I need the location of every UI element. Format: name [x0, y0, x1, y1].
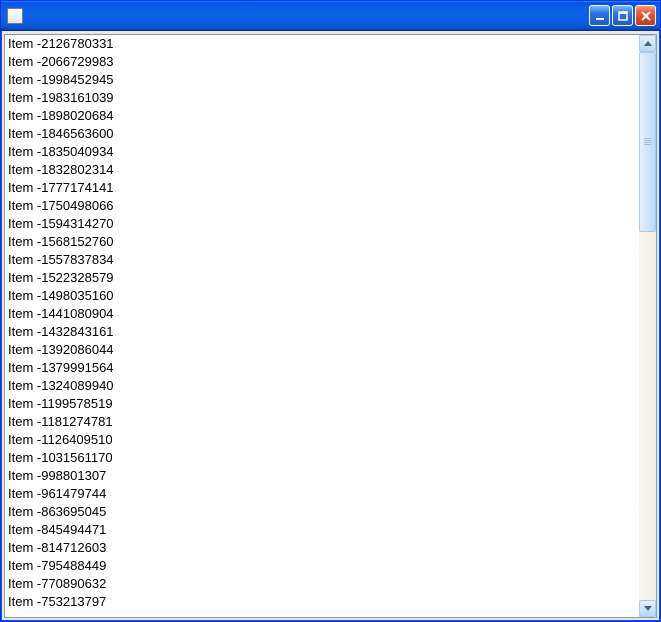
list-item[interactable]: Item -795488449 [7, 557, 637, 575]
list-item[interactable]: Item -961479744 [7, 485, 637, 503]
minimize-icon [595, 11, 605, 21]
list-item[interactable]: Item -1777174141 [7, 179, 637, 197]
list-item[interactable]: Item -1846563600 [7, 125, 637, 143]
scrollbar-track[interactable] [639, 52, 656, 600]
list-item[interactable]: Item -1392086044 [7, 341, 637, 359]
list-item[interactable]: Item -1832802314 [7, 161, 637, 179]
list-item[interactable]: Item -1126409510 [7, 431, 637, 449]
list-item[interactable]: Item -1522328579 [7, 269, 637, 287]
chevron-up-icon [644, 41, 652, 46]
close-icon [641, 11, 651, 21]
client-area: Item -2126780331Item -2066729983Item -19… [4, 34, 657, 618]
list-item[interactable]: Item -1594314270 [7, 215, 637, 233]
window-title [29, 9, 589, 23]
list-item[interactable]: Item -998801307 [7, 467, 637, 485]
list-item[interactable]: Item -770890632 [7, 575, 637, 593]
list-item[interactable]: Item -1199578519 [7, 395, 637, 413]
titlebar[interactable] [1, 1, 660, 31]
application-window: Item -2126780331Item -2066729983Item -19… [0, 0, 661, 622]
list-item[interactable]: Item -1181274781 [7, 413, 637, 431]
list-item[interactable]: Item -1750498066 [7, 197, 637, 215]
list-item[interactable]: Item -1568152760 [7, 233, 637, 251]
list-item[interactable]: Item -2126780331 [7, 35, 637, 53]
window-controls [589, 5, 656, 26]
app-icon [7, 8, 23, 24]
list-item[interactable]: Item -1498035160 [7, 287, 637, 305]
list-item[interactable]: Item -1379991564 [7, 359, 637, 377]
scroll-down-button[interactable] [639, 600, 656, 617]
list-item[interactable]: Item -1441080904 [7, 305, 637, 323]
vertical-scrollbar[interactable] [639, 35, 656, 617]
list-item[interactable]: Item -863695045 [7, 503, 637, 521]
list-item[interactable]: Item -1031561170 [7, 449, 637, 467]
list-item[interactable]: Item -2066729983 [7, 53, 637, 71]
maximize-button[interactable] [612, 5, 633, 26]
list-item[interactable]: Item -1324089940 [7, 377, 637, 395]
list-item[interactable]: Item -753213797 [7, 593, 637, 611]
list-item[interactable]: Item -1835040934 [7, 143, 637, 161]
list-item[interactable]: Item -814712603 [7, 539, 637, 557]
list-item[interactable]: Item -1983161039 [7, 89, 637, 107]
chevron-down-icon [644, 606, 652, 611]
close-button[interactable] [635, 5, 656, 26]
list-item[interactable]: Item -1998452945 [7, 71, 637, 89]
maximize-icon [618, 11, 628, 21]
list-item[interactable]: Item -1557837834 [7, 251, 637, 269]
scroll-up-button[interactable] [639, 35, 656, 52]
list-item[interactable]: Item -845494471 [7, 521, 637, 539]
scrollbar-thumb[interactable] [639, 52, 656, 232]
minimize-button[interactable] [589, 5, 610, 26]
list-item[interactable]: Item -1432843161 [7, 323, 637, 341]
item-list[interactable]: Item -2126780331Item -2066729983Item -19… [5, 35, 639, 617]
list-item[interactable]: Item -1898020684 [7, 107, 637, 125]
